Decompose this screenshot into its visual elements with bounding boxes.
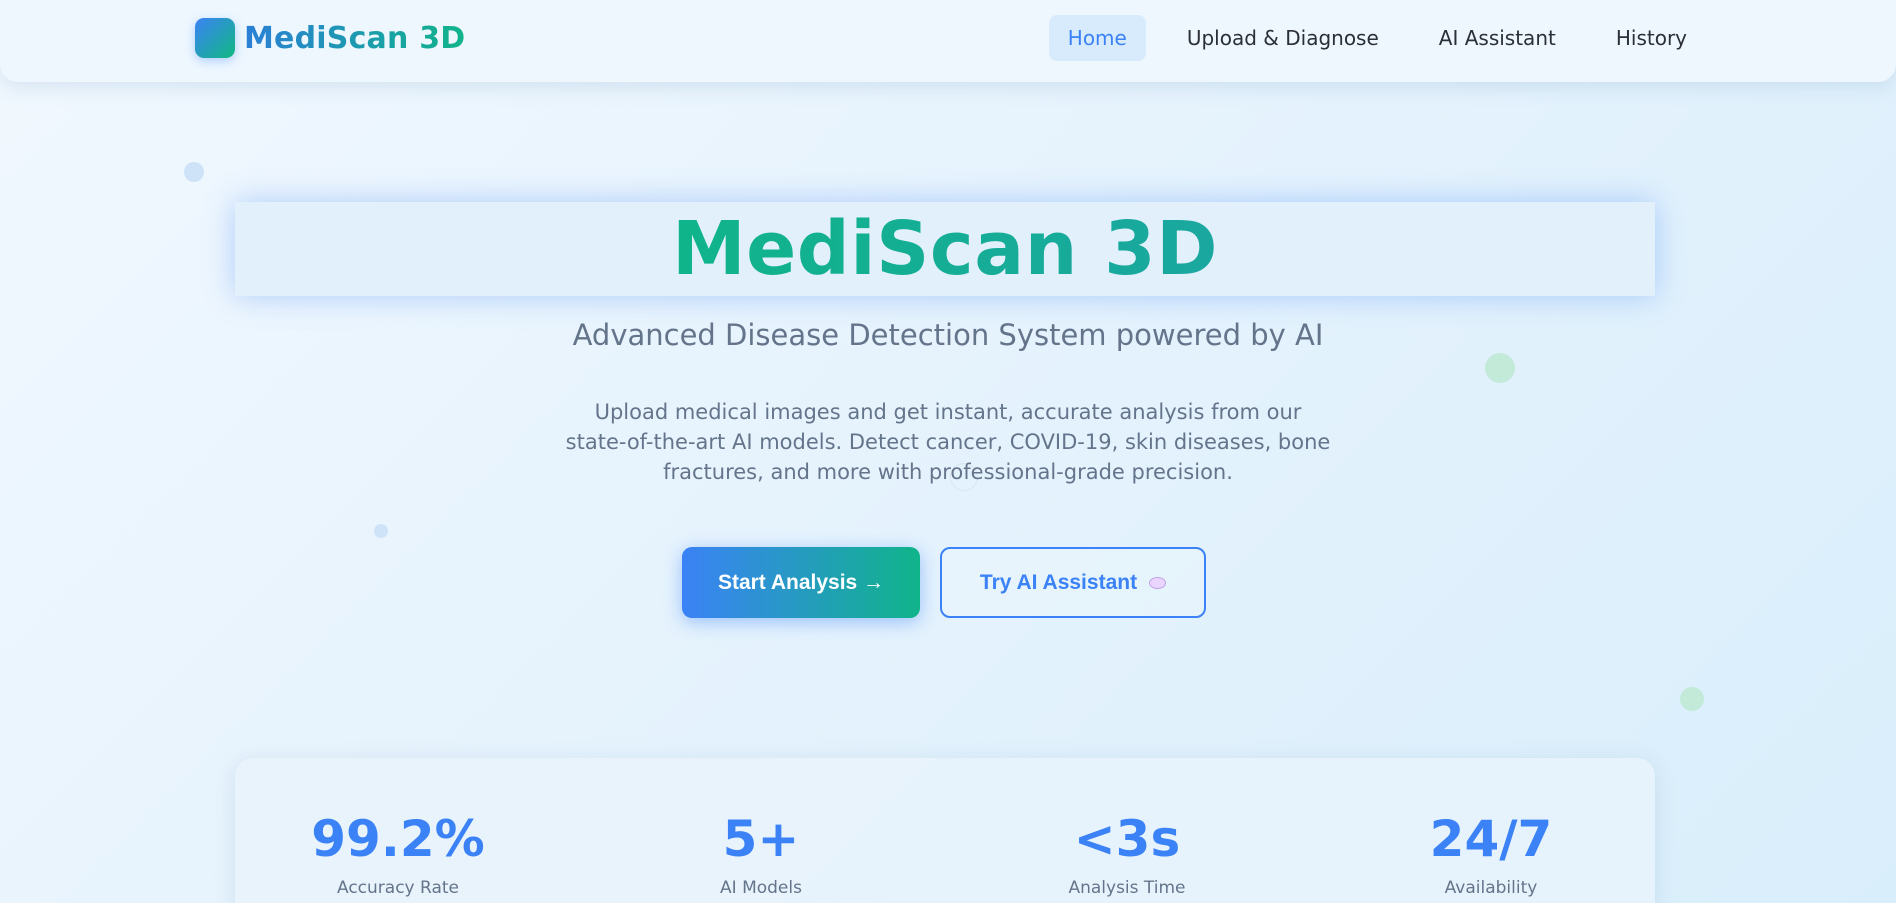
stats-panel: 99.2% Accuracy Rate 5+ AI Models <3s Ana… (235, 758, 1655, 903)
stat-label: Availability (1444, 878, 1538, 898)
stat-accuracy: 99.2% Accuracy Rate (248, 810, 548, 898)
nav-item-history[interactable]: History (1597, 15, 1706, 61)
main-nav: Home Upload & Diagnose AI Assistant Hist… (1027, 15, 1706, 61)
brand-link[interactable]: MediScan 3D (195, 18, 465, 58)
chat-bubble-icon (1149, 576, 1167, 589)
try-ai-assistant-button[interactable]: Try AI Assistant (940, 547, 1206, 618)
stat-analysis-time: <3s Analysis Time (977, 810, 1277, 898)
stat-label: Analysis Time (1068, 878, 1186, 898)
nav-item-upload-diagnose[interactable]: Upload & Diagnose (1168, 15, 1398, 61)
start-analysis-label: Start Analysis → (717, 570, 885, 594)
decorative-dot (1680, 687, 1704, 711)
stat-label: AI Models (720, 878, 802, 898)
brand-name: MediScan 3D (244, 20, 466, 56)
decorative-dot (184, 162, 204, 182)
stat-availability: 24/7 Availability (1341, 810, 1641, 898)
nav-item-ai-assistant[interactable]: AI Assistant (1420, 15, 1575, 61)
hero-subtitle: Advanced Disease Detection System powere… (572, 318, 1324, 352)
hero-title-banner: MediScan 3D (235, 202, 1655, 296)
stat-value: 5+ (722, 810, 800, 868)
decorative-dot (1485, 353, 1515, 383)
stat-value: 24/7 (1429, 810, 1553, 868)
hero-title: MediScan 3D (671, 206, 1219, 292)
hero-description: Upload medical images and get instant, a… (565, 400, 1331, 484)
stat-value: <3s (1073, 810, 1181, 868)
logo-square-icon (195, 18, 235, 58)
try-ai-assistant-label: Try AI Assistant (979, 570, 1138, 594)
top-navbar: MediScan 3D Home Upload & Diagnose AI As… (0, 0, 1896, 82)
start-analysis-button[interactable]: Start Analysis → (682, 547, 920, 618)
stat-value: 99.2% (311, 810, 485, 868)
decorative-dot (374, 524, 388, 538)
stat-ai-models: 5+ AI Models (611, 810, 911, 898)
nav-item-home[interactable]: Home (1048, 15, 1146, 61)
stat-label: Accuracy Rate (337, 878, 459, 898)
